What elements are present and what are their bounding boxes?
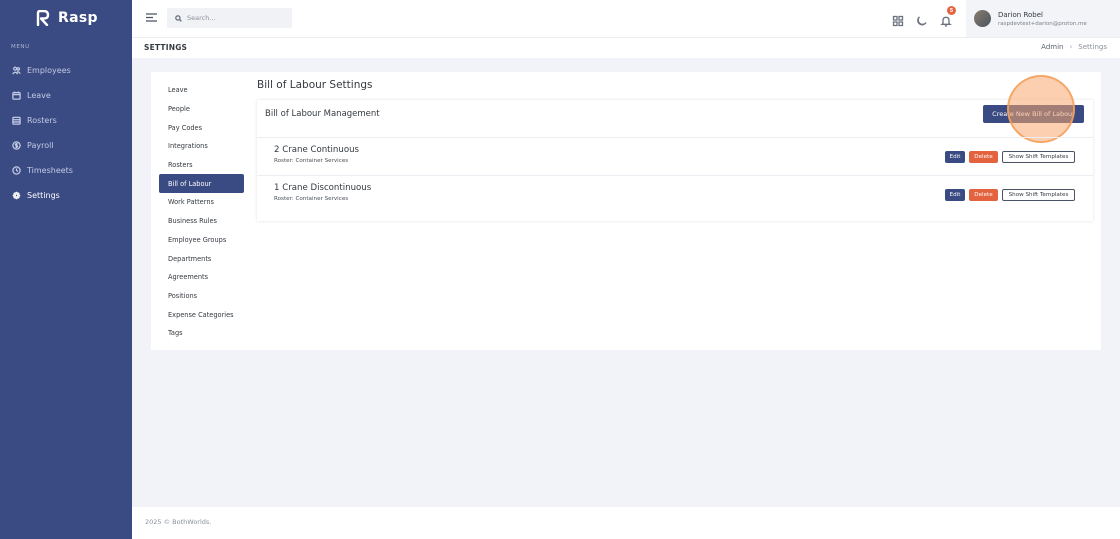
sidebar-item-settings[interactable]: Settings	[0, 183, 132, 208]
gear-icon	[12, 191, 21, 200]
edit-button[interactable]: Edit	[945, 189, 965, 201]
sidebar-item-label: Employees	[27, 66, 71, 75]
sidebar-item-label: Timesheets	[27, 166, 73, 175]
page-title: SETTINGS	[144, 43, 188, 52]
bill-name: 1 Crane Discontinuous	[274, 183, 372, 193]
moon-icon	[917, 16, 927, 26]
people-icon	[12, 66, 21, 75]
search-input[interactable]	[187, 14, 287, 22]
settings-card: Leave People Pay Codes Integrations Rost…	[151, 72, 1101, 350]
show-shift-templates-button[interactable]: Show Shift Templates	[1002, 189, 1075, 201]
settings-nav-positions[interactable]: Positions	[159, 287, 244, 306]
bill-roster: Roster: Container Services	[274, 196, 349, 202]
menu-toggle-icon[interactable]	[146, 13, 157, 22]
list-item: 2 Crane Continuous Roster: Container Ser…	[257, 137, 1093, 175]
sidebar-nav: Employees Leave Rosters Payroll Timeshee…	[0, 58, 132, 208]
user-email: raspdevtest+darion@proton.me	[998, 20, 1087, 27]
delete-button[interactable]: Delete	[969, 189, 998, 201]
brand[interactable]: Rasp	[36, 10, 98, 26]
topbar: 5 Darion Robel raspdevtest+darion@proton…	[132, 0, 1120, 37]
edit-button[interactable]: Edit	[945, 151, 965, 163]
clock-icon	[12, 166, 21, 175]
sidebar-item-payroll[interactable]: Payroll	[0, 133, 132, 158]
dollar-icon	[12, 141, 21, 150]
user-name: Darion Robel	[998, 10, 1043, 19]
sidebar-item-leave[interactable]: Leave	[0, 83, 132, 108]
list-item: 1 Crane Discontinuous Roster: Container …	[257, 175, 1093, 213]
breadcrumb-settings: Settings	[1078, 43, 1107, 51]
user-menu[interactable]: Darion Robel raspdevtest+darion@proton.m…	[966, 0, 1120, 37]
settings-nav-pay-codes[interactable]: Pay Codes	[159, 118, 244, 137]
breadcrumb: Admin › Settings	[1041, 43, 1107, 51]
calendar-icon	[12, 91, 21, 100]
show-shift-templates-button[interactable]: Show Shift Templates	[1002, 151, 1075, 163]
brand-name: Rasp	[58, 10, 98, 26]
settings-nav-agreements[interactable]: Agreements	[159, 268, 244, 287]
menu-section-title: MENU	[11, 44, 30, 50]
sidebar: Rasp MENU Employees Leave Rosters Payrol…	[0, 0, 132, 539]
sidebar-item-rosters[interactable]: Rosters	[0, 108, 132, 133]
apps-button[interactable]	[892, 12, 904, 27]
panel-title: Bill of Labour Management	[265, 109, 380, 119]
chevron-right-icon: ›	[1069, 43, 1073, 51]
sidebar-item-label: Leave	[27, 91, 51, 100]
rasp-logo-icon	[36, 10, 50, 26]
settings-nav-leave[interactable]: Leave	[159, 81, 244, 100]
roster-icon	[12, 116, 21, 125]
settings-nav-work-patterns[interactable]: Work Patterns	[159, 193, 244, 212]
page-header: SETTINGS Admin › Settings	[132, 37, 1120, 58]
search-icon	[175, 14, 182, 22]
settings-nav-business-rules[interactable]: Business Rules	[159, 212, 244, 231]
bill-roster: Roster: Container Services	[274, 158, 349, 164]
settings-nav-people[interactable]: People	[159, 100, 244, 119]
settings-nav-employee-groups[interactable]: Employee Groups	[159, 231, 244, 250]
notifications-button[interactable]: 5	[940, 6, 956, 27]
notification-badge: 5	[947, 6, 956, 15]
settings-nav-rosters[interactable]: Rosters	[159, 156, 244, 175]
sidebar-item-employees[interactable]: Employees	[0, 58, 132, 83]
sidebar-item-timesheets[interactable]: Timesheets	[0, 158, 132, 183]
theme-toggle-button[interactable]	[916, 12, 928, 26]
search-box[interactable]	[167, 8, 292, 28]
bill-name: 2 Crane Continuous	[274, 145, 360, 155]
settings-nav-departments[interactable]: Departments	[159, 249, 244, 268]
apps-grid-icon	[892, 15, 904, 27]
settings-nav-expense-categories[interactable]: Expense Categories	[159, 305, 244, 324]
create-bill-of-labour-button[interactable]: Create New Bill of Labour	[983, 105, 1084, 123]
sidebar-item-label: Settings	[27, 191, 60, 200]
breadcrumb-admin[interactable]: Admin	[1041, 43, 1063, 51]
avatar	[974, 10, 991, 27]
settings-nav-bill-of-labour[interactable]: Bill of Labour	[159, 174, 244, 194]
sidebar-item-label: Payroll	[27, 141, 54, 150]
footer: 2025 © BothWorlds.	[132, 507, 1120, 539]
copyright-text: 2025 © BothWorlds.	[145, 518, 212, 526]
section-title: Bill of Labour Settings	[257, 79, 373, 91]
settings-nav-tags[interactable]: Tags	[159, 324, 244, 343]
bell-icon	[940, 16, 952, 27]
settings-nav: Leave People Pay Codes Integrations Rost…	[159, 81, 244, 343]
sidebar-item-label: Rosters	[27, 116, 57, 125]
delete-button[interactable]: Delete	[969, 151, 998, 163]
settings-nav-integrations[interactable]: Integrations	[159, 137, 244, 156]
bill-of-labour-panel: Bill of Labour Management Create New Bil…	[257, 75, 1093, 221]
